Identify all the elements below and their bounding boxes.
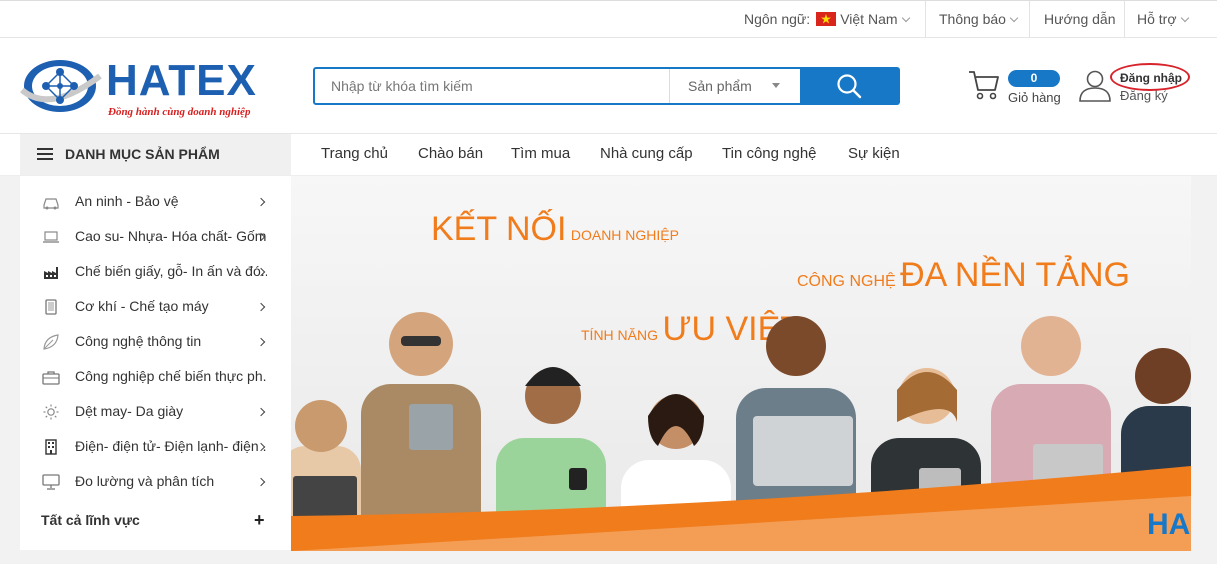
sidebar-item-mechanical[interactable]: Cơ khí - Chế tạo máy — [20, 290, 291, 325]
main-nav: DANH MỤC SẢN PHẨM Trang chủ Chào bán Tìm… — [0, 134, 1217, 176]
logo-globe-icon — [20, 60, 102, 112]
laptop-icon — [43, 231, 59, 243]
sidebar-item-it[interactable]: Công nghệ thông tin — [20, 325, 291, 360]
search-category-select[interactable]: Sản phẩm — [669, 69, 800, 103]
all-fields-link[interactable]: Tất cả lĩnh vực — [41, 512, 140, 528]
sidebar-item-food-processing[interactable]: Công nghiệp chế biến thực ph.. — [20, 360, 291, 395]
nav-events[interactable]: Sự kiện — [848, 134, 900, 174]
sidebar-item-security[interactable]: An ninh - Bảo vệ — [20, 185, 291, 220]
monitor-icon — [42, 474, 60, 490]
leaf-icon — [43, 334, 59, 350]
notifications-menu[interactable]: Thông báo — [939, 1, 1019, 38]
sidebar-item-measurement[interactable]: Đo lường và phân tích — [20, 465, 291, 500]
sidebar-item-label: Cao su- Nhựa- Hóa chất- Gốm — [75, 228, 267, 244]
cart-icon — [969, 71, 999, 100]
notifications-label: Thông báo — [939, 11, 1006, 27]
cart-widget[interactable]: 0 Giỏ hàng — [968, 68, 1068, 108]
search-category-value: Sản phẩm — [688, 78, 752, 94]
sidebar-item-label: Cơ khí - Chế tạo máy — [75, 298, 209, 314]
search-icon — [837, 74, 862, 99]
site-header: HATEX Đồng hành cùng doanh nghiệp Sản ph… — [0, 38, 1217, 134]
category-menu-title: DANH MỤC SẢN PHẨM — [65, 146, 220, 162]
nav-suppliers[interactable]: Nhà cung cấp — [600, 134, 693, 174]
cart-count-badge: 0 — [1008, 70, 1060, 87]
sidebar-item-electronics[interactable]: Điện- điện tử- Điện lạnh- điện .. — [20, 430, 291, 465]
account-widget: Đăng nhập Đăng ký — [1078, 63, 1208, 110]
vietnam-flag-icon — [816, 12, 837, 26]
tablet-icon — [45, 299, 57, 315]
category-menu-toggle[interactable]: DANH MỤC SẢN PHẨM — [20, 134, 291, 175]
sidebar-item-label: An ninh - Bảo vệ — [75, 193, 179, 209]
sidebar-item-label: Điện- điện tử- Điện lạnh- điện .. — [75, 438, 267, 454]
hamburger-icon — [37, 148, 53, 160]
language-label: Ngôn ngữ: — [744, 11, 811, 27]
banner-corner-text: HA — [1147, 508, 1191, 541]
sidebar-item-label: Đo lường và phân tích — [75, 473, 215, 489]
sidebar-item-rubber-plastic[interactable]: Cao su- Nhựa- Hóa chất- Gốm — [20, 220, 291, 255]
nav-tech-news[interactable]: Tin công nghệ — [722, 134, 817, 174]
language-value: Việt Nam — [840, 11, 898, 27]
user-icon — [1079, 70, 1111, 102]
banner-people-illustration — [291, 312, 1191, 551]
briefcase-icon — [42, 371, 60, 385]
guide-link[interactable]: Hướng dẫn — [1044, 1, 1115, 38]
sidebar-item-paper-wood[interactable]: Chế biến giấy, gỗ- In ấn và đó.. — [20, 255, 291, 290]
sun-icon — [43, 404, 59, 420]
sidebar-item-label: Công nghiệp chế biến thực ph.. — [75, 368, 267, 384]
sidebar-item-textile[interactable]: Dệt may- Da giày — [20, 395, 291, 430]
support-label: Hỗ trợ — [1137, 11, 1177, 27]
factory-icon — [44, 267, 58, 279]
category-sidebar: An ninh - Bảo vệ Cao su- Nhựa- Hóa chất-… — [20, 176, 291, 550]
register-link[interactable]: Đăng ký — [1120, 88, 1168, 103]
logo-slogan: Đồng hành cùng doanh nghiệp — [108, 106, 251, 118]
site-logo[interactable]: HATEX Đồng hành cùng doanh nghiệp — [20, 54, 260, 124]
nav-buy-requests[interactable]: Tìm mua — [511, 134, 570, 174]
hero-banner[interactable]: KẾT NỐI DOANH NGHIỆP CÔNG NGHỆ ĐA NỀN TẢ… — [291, 176, 1191, 551]
search-button[interactable] — [800, 67, 900, 105]
search-bar: Sản phẩm — [313, 67, 900, 105]
cart-label: Giỏ hàng — [1008, 90, 1061, 105]
language-selector[interactable]: Ngôn ngữ: Việt Nam — [744, 1, 910, 38]
expand-plus-icon[interactable]: + — [254, 510, 265, 531]
search-input[interactable] — [315, 69, 669, 103]
nav-home[interactable]: Trang chủ — [321, 134, 388, 174]
top-bar: Ngôn ngữ: Việt Nam Thông báo Hướng dẫn Hỗ… — [0, 0, 1217, 38]
login-link[interactable]: Đăng nhập — [1120, 71, 1182, 85]
sidebar-item-label: Công nghệ thông tin — [75, 333, 202, 349]
chevron-down-icon — [1009, 13, 1019, 23]
support-menu[interactable]: Hỗ trợ — [1137, 1, 1189, 38]
nav-offers[interactable]: Chào bán — [418, 134, 483, 174]
chevron-down-icon — [1180, 13, 1189, 23]
sidebar-item-label: Dệt may- Da giày — [75, 403, 184, 419]
building-icon — [45, 439, 57, 455]
sidebar-item-label: Chế biến giấy, gỗ- In ấn và đó.. — [75, 263, 267, 279]
logo-text: HATEX — [106, 56, 257, 105]
chevron-down-icon — [772, 83, 780, 88]
chevron-down-icon — [901, 13, 910, 23]
car-icon — [43, 198, 59, 210]
